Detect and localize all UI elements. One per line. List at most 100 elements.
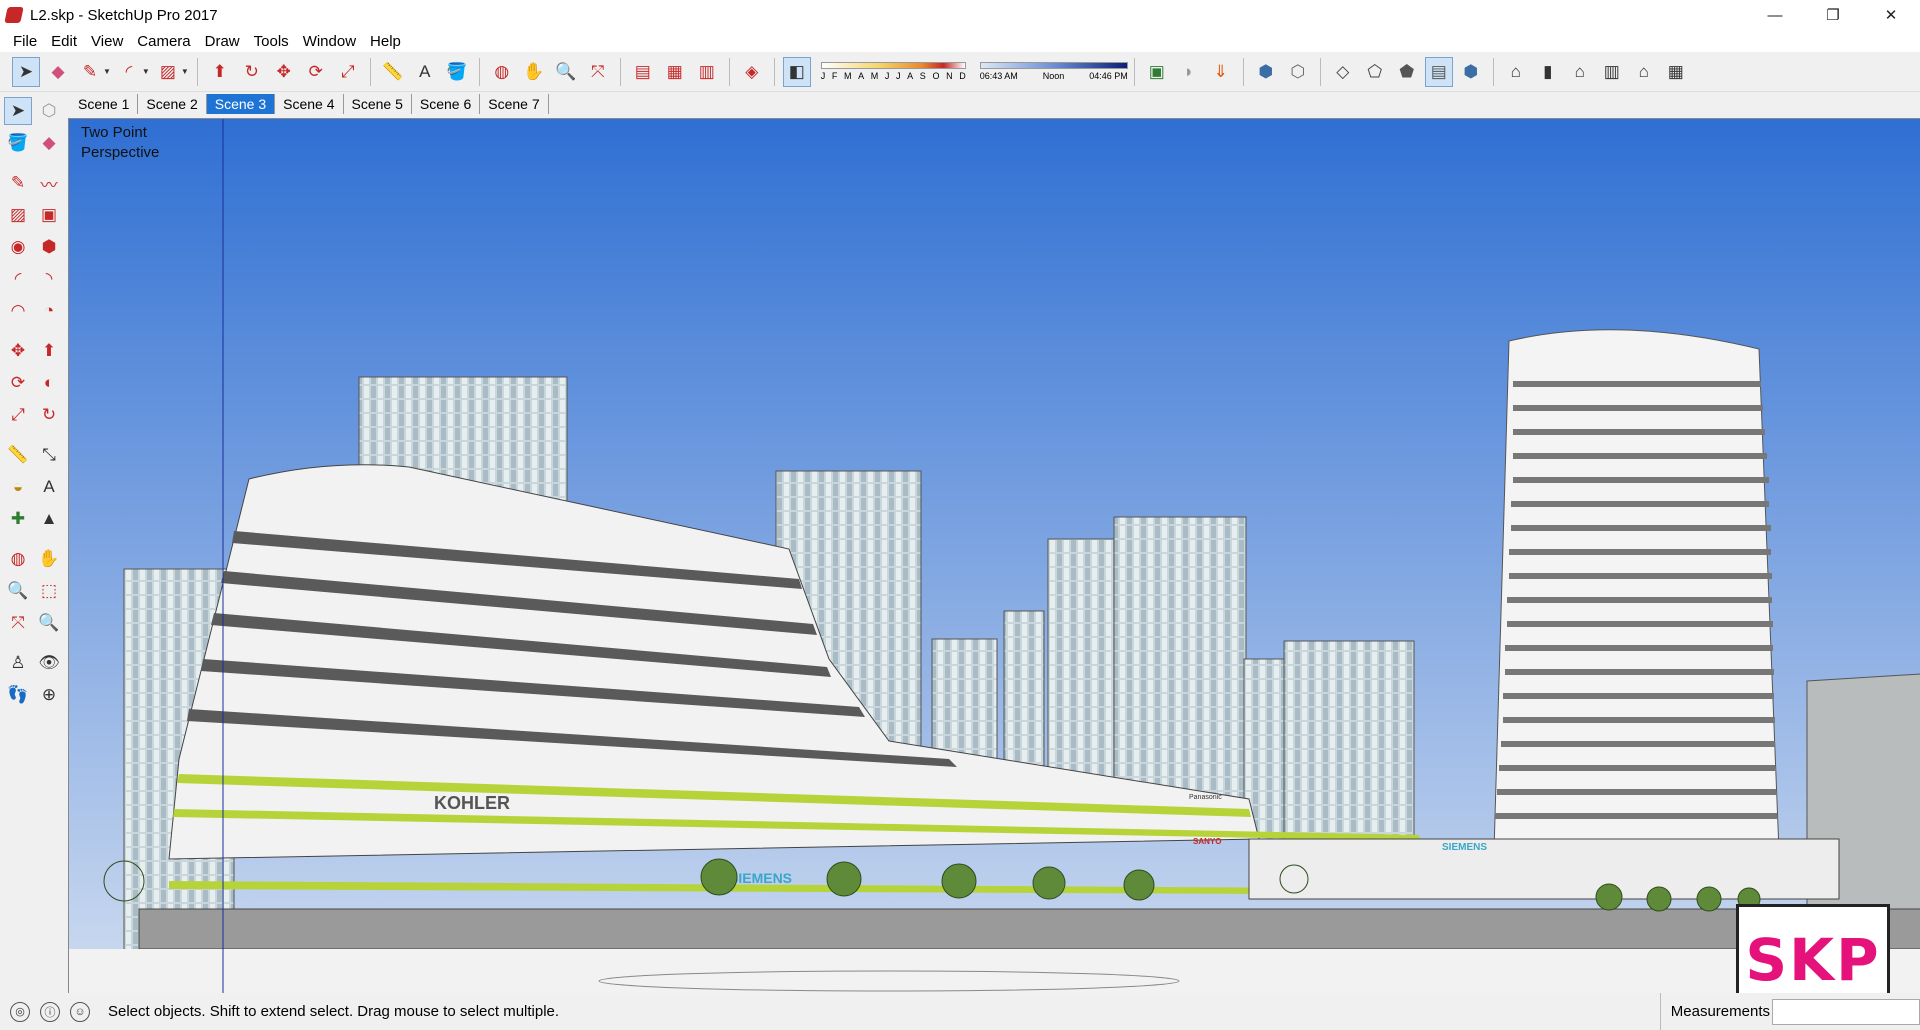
offset-icon[interactable]: ↻ bbox=[35, 401, 63, 429]
axes-tool-icon[interactable]: ✚ bbox=[4, 505, 32, 533]
wireframe-style-icon[interactable]: ◇ bbox=[1329, 57, 1357, 87]
paint-bucket-icon[interactable]: 🪣 bbox=[4, 129, 32, 157]
section-plane-icon[interactable]: ⊕ bbox=[35, 681, 63, 709]
close-button[interactable]: ✕ bbox=[1862, 0, 1920, 30]
section-plane-icon[interactable]: ▣ bbox=[1143, 57, 1171, 87]
line-dropdown-icon[interactable]: ▼ bbox=[103, 67, 111, 76]
circle-tool-icon[interactable]: ◉ bbox=[4, 233, 32, 261]
monochrome-style-icon[interactable]: ⬢ bbox=[1457, 57, 1485, 87]
tab-scene-1[interactable]: Scene 1 bbox=[70, 94, 139, 114]
user-account-icon[interactable]: ☺ bbox=[70, 1001, 90, 1022]
move-tool-icon[interactable]: ✥ bbox=[270, 57, 298, 87]
eraser-tool-icon[interactable]: ◆ bbox=[44, 57, 72, 87]
menu-edit[interactable]: Edit bbox=[44, 33, 84, 50]
arc-dropdown-icon[interactable]: ▼ bbox=[142, 67, 150, 76]
back-view-icon[interactable]: ⌂ bbox=[1630, 57, 1658, 87]
two-point-arc-icon[interactable]: ◝ bbox=[35, 265, 63, 293]
geo-location-icon[interactable]: ◎ bbox=[10, 1001, 30, 1022]
select-tool-icon[interactable]: ➤ bbox=[4, 97, 32, 125]
top-view-icon[interactable]: ▮ bbox=[1534, 57, 1562, 87]
select-tool-icon[interactable]: ➤ bbox=[12, 56, 40, 87]
date-slider-track[interactable] bbox=[820, 62, 966, 69]
menu-view[interactable]: View bbox=[84, 33, 130, 50]
left-view-icon[interactable]: ▦ bbox=[1662, 57, 1690, 87]
position-camera-icon[interactable]: ♙ bbox=[4, 649, 32, 677]
orbit-icon[interactable]: ◍ bbox=[488, 57, 516, 87]
text-tool-icon[interactable]: A bbox=[411, 57, 439, 87]
tab-scene-4[interactable]: Scene 4 bbox=[275, 94, 344, 114]
rectangle-tool-icon[interactable]: ▨ bbox=[4, 201, 32, 229]
restore-button[interactable]: ❐ bbox=[1804, 0, 1862, 30]
measurements-input[interactable] bbox=[1772, 999, 1920, 1025]
line-tool-icon[interactable]: ✎ bbox=[4, 169, 32, 197]
scale-tool-icon[interactable]: ⤢ bbox=[334, 57, 362, 87]
tab-scene-6[interactable]: Scene 6 bbox=[411, 94, 481, 114]
tab-scene-7[interactable]: Scene 7 bbox=[480, 94, 549, 114]
rotated-rectangle-icon[interactable]: ▣ bbox=[35, 201, 63, 229]
zoom-icon[interactable]: 🔍 bbox=[4, 577, 32, 605]
shaded-textures-style-icon[interactable]: ▤ bbox=[1424, 56, 1453, 87]
walk-tool-icon[interactable]: 👣 bbox=[4, 681, 32, 709]
3d-text-icon[interactable]: ▲ bbox=[35, 505, 63, 533]
menu-file[interactable]: File bbox=[6, 33, 44, 50]
rotate-tool-icon[interactable]: ⟳ bbox=[302, 57, 330, 87]
share-model-icon[interactable]: ▦ bbox=[661, 57, 689, 87]
display-section-icon[interactable]: ◗ bbox=[1175, 57, 1203, 87]
polygon-tool-icon[interactable]: ⬢ bbox=[35, 233, 63, 261]
menu-help[interactable]: Help bbox=[363, 33, 408, 50]
look-around-icon[interactable]: 👁 bbox=[35, 649, 63, 677]
push-pull-icon[interactable]: ⬆ bbox=[35, 337, 63, 365]
model-viewport[interactable]: KOHLER SIEMENS Panasonic SANYO SIEMENS T… bbox=[68, 118, 1920, 994]
pie-tool-icon[interactable]: ◔ bbox=[35, 297, 63, 325]
credits-icon[interactable]: ⓘ bbox=[40, 1001, 60, 1022]
move-tool-icon[interactable]: ✥ bbox=[4, 337, 32, 365]
tab-scene-3[interactable]: Scene 3 bbox=[206, 94, 276, 114]
extension-warehouse-icon[interactable]: ▥ bbox=[693, 57, 721, 87]
previous-view-icon[interactable]: 🔍 bbox=[35, 609, 63, 637]
zoom-window-icon[interactable]: ⬚ bbox=[35, 577, 63, 605]
shape-dropdown-icon[interactable]: ▼ bbox=[181, 67, 189, 76]
dimension-tool-icon[interactable]: ⤡ bbox=[35, 441, 63, 469]
shadow-toggle-icon[interactable]: ◧ bbox=[782, 56, 811, 87]
eraser-tool-icon[interactable]: ◆ bbox=[35, 129, 63, 157]
xray-style-icon[interactable]: ⬢ bbox=[1252, 57, 1280, 87]
line-tool-icon[interactable]: ✎ bbox=[76, 57, 104, 87]
push-pull-icon[interactable]: ⬆ bbox=[206, 57, 234, 87]
tab-scene-5[interactable]: Scene 5 bbox=[343, 94, 412, 114]
arc-tool-icon[interactable]: ◜ bbox=[4, 265, 32, 293]
shadow-date-slider[interactable]: J F M A M J J A S O N D bbox=[820, 62, 966, 81]
arc-tool-icon[interactable]: ◜ bbox=[115, 57, 143, 87]
menu-draw[interactable]: Draw bbox=[198, 33, 247, 50]
tape-measure-icon[interactable]: 📏 bbox=[379, 57, 407, 87]
time-slider-track[interactable] bbox=[979, 62, 1128, 69]
paint-bucket-icon[interactable]: 🪣 bbox=[443, 57, 471, 87]
orbit-icon[interactable]: ◍ bbox=[4, 545, 32, 573]
model-render[interactable]: KOHLER SIEMENS Panasonic SANYO SIEMENS bbox=[69, 119, 1920, 994]
shadow-time-slider[interactable]: 06:43 AM Noon 04:46 PM bbox=[979, 62, 1128, 81]
pan-hand-icon[interactable]: ✋ bbox=[520, 57, 548, 87]
tab-scene-2[interactable]: Scene 2 bbox=[138, 94, 207, 114]
zoom-extents-icon[interactable]: ⤧ bbox=[584, 57, 612, 87]
scale-tool-icon[interactable]: ⤢ bbox=[4, 401, 32, 429]
shaded-style-icon[interactable]: ⬟ bbox=[1393, 57, 1421, 87]
make-component-icon[interactable]: ⬡ bbox=[35, 97, 63, 125]
menu-window[interactable]: Window bbox=[296, 33, 363, 50]
freehand-tool-icon[interactable]: 〰 bbox=[35, 169, 63, 197]
zoom-icon[interactable]: 🔍 bbox=[552, 57, 580, 87]
three-point-arc-icon[interactable]: ◠ bbox=[4, 297, 32, 325]
tape-measure-icon[interactable]: 📏 bbox=[4, 441, 32, 469]
pan-hand-icon[interactable]: ✋ bbox=[35, 545, 63, 573]
zoom-extents-icon[interactable]: ⤧ bbox=[4, 609, 32, 637]
section-cuts-icon[interactable]: ⇓ bbox=[1207, 57, 1235, 87]
right-view-icon[interactable]: ▥ bbox=[1598, 57, 1626, 87]
ruby-extension-icon[interactable]: ◈ bbox=[738, 57, 766, 87]
warehouse-icon[interactable]: ▤ bbox=[629, 57, 657, 87]
text-tool-icon[interactable]: A bbox=[35, 473, 63, 501]
minimize-button[interactable]: — bbox=[1746, 0, 1804, 30]
iso-view-icon[interactable]: ⌂ bbox=[1502, 57, 1530, 87]
menu-camera[interactable]: Camera bbox=[130, 33, 197, 50]
front-view-icon[interactable]: ⌂ bbox=[1566, 57, 1594, 87]
menu-tools[interactable]: Tools bbox=[247, 33, 296, 50]
follow-me-icon[interactable]: ◐ bbox=[35, 369, 63, 397]
hidden-line-style-icon[interactable]: ⬠ bbox=[1361, 57, 1389, 87]
